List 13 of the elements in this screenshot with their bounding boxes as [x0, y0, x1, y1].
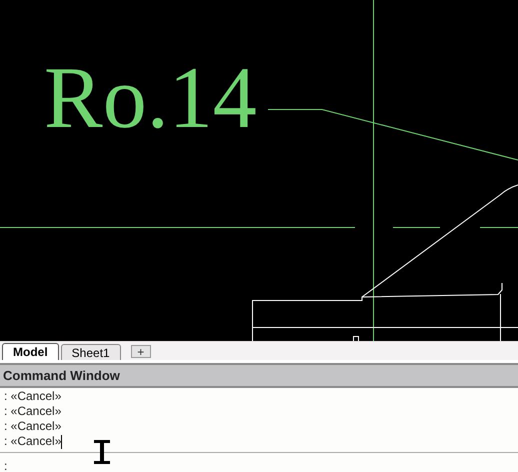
- command-window-title: Command Window: [3, 366, 120, 385]
- history-line: : «Cancel»: [4, 419, 62, 434]
- layout-tab[interactable]: Model: [2, 343, 59, 360]
- history-line: : «Cancel»: [4, 404, 62, 419]
- drawing-label: Ro.14: [44, 55, 257, 143]
- text-cursor: [61, 434, 62, 448]
- history-line: : «Cancel»: [4, 434, 62, 449]
- layout-tab[interactable]: Sheet1: [60, 344, 121, 360]
- add-tab-button[interactable]: +: [130, 345, 151, 358]
- i-beam-cursor-icon: [92, 439, 112, 465]
- history-line: : «Cancel»: [4, 389, 62, 404]
- command-prompt: :: [4, 459, 8, 472]
- drawing-canvas[interactable]: Ro.14: [0, 0, 518, 341]
